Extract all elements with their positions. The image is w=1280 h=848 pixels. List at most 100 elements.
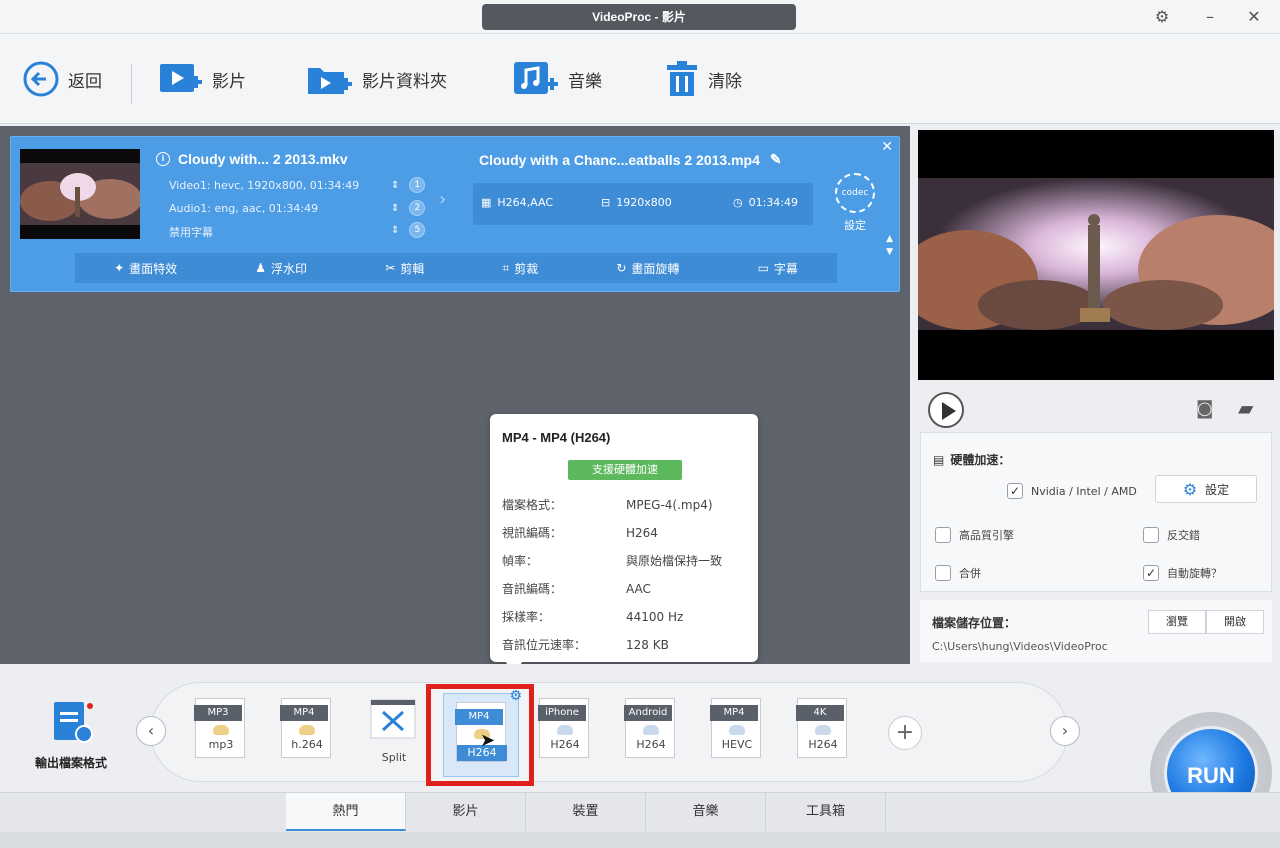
camera-icon[interactable]: ◙ xyxy=(1196,398,1213,419)
add-video-folder-button[interactable]: 影片資料夾 xyxy=(306,56,447,102)
nvidia-checkbox[interactable]: ✓ Nvidia / Intel / AMD xyxy=(1007,483,1137,499)
deinterlace-checkbox[interactable]: 反交錯 xyxy=(1143,527,1200,543)
scroll-left-button[interactable]: ‹ xyxy=(136,716,166,746)
format-item-android[interactable]: Android H264 xyxy=(620,698,680,758)
output-file-name: Cloudy with a Chanc...eatballs 2 2013.mp… xyxy=(479,151,760,168)
minimize-icon[interactable]: – xyxy=(1198,6,1222,28)
format-sub: HEVC xyxy=(721,738,753,751)
crop-button[interactable]: ⌗ 剪裁 xyxy=(502,260,538,277)
cut-button[interactable]: ✂ 剪輯 xyxy=(385,260,424,277)
format-item-split[interactable]: Split xyxy=(364,698,424,764)
tooltip-row-value: AAC xyxy=(626,582,651,596)
add-music-button[interactable]: 音樂 xyxy=(512,56,602,102)
tab-music[interactable]: 音樂 xyxy=(646,793,766,831)
tab-popular[interactable]: 熱門 xyxy=(286,793,406,831)
output-info-strip: ▦ H264,AAC ⊟ 1920x800 ◷ 01:34:49 xyxy=(473,183,813,225)
back-button[interactable]: 返回 xyxy=(22,56,102,102)
video-preview[interactable] xyxy=(918,130,1274,380)
output-duration: ◷ 01:34:49 xyxy=(733,196,798,209)
output-resolution-value: 1920x800 xyxy=(616,196,672,209)
tooltip-row-label: 幀率： xyxy=(502,554,539,568)
tooltip-row-label: 音訊位元速率： xyxy=(502,638,587,652)
high-quality-checkbox[interactable]: 高品質引擎 xyxy=(935,527,1014,543)
gear-icon[interactable]: ⚙ xyxy=(509,688,522,704)
clock-icon: ◷ xyxy=(733,196,743,209)
browse-button[interactable]: 瀏覽 xyxy=(1148,610,1206,634)
format-doc-icon: iPhone H264 xyxy=(538,698,589,758)
auto-rotate-label: 自動旋轉？ xyxy=(1167,567,1222,580)
merge-checkbox[interactable]: 合併 xyxy=(935,565,981,581)
video-task-card[interactable]: i Cloudy with... 2 2013.mkv Video1: hevc… xyxy=(10,136,900,292)
add-video-button[interactable]: 影片 xyxy=(158,56,246,102)
tab-toolbox[interactable]: 工具箱 xyxy=(766,793,886,831)
folder-icon[interactable]: ▰ xyxy=(1238,396,1253,420)
tooltip-row-label: 採樣率： xyxy=(502,610,551,624)
format-doc-icon: MP3 mp3 xyxy=(194,698,245,758)
output-codec-value: H264,AAC xyxy=(497,196,554,209)
codec-settings-button[interactable]: codec 設定 xyxy=(833,173,877,233)
tooltip-title: MP4 - MP4 (H264) xyxy=(502,430,611,445)
nvidia-label: Nvidia / Intel / AMD xyxy=(1031,484,1137,498)
tab-device[interactable]: 裝置 xyxy=(526,793,646,831)
rotate-button[interactable]: ↻ 畫面旋轉 xyxy=(616,260,679,277)
tooltip-row-label: 檔案格式： xyxy=(502,498,563,512)
output-path[interactable]: C:\Users\hung\Videos\VideoProc xyxy=(932,640,1108,653)
codec-settings-label: 設定 xyxy=(844,219,866,232)
task-list-area: i Cloudy with... 2 2013.mkv Video1: hevc… xyxy=(0,126,910,664)
video-folder-icon xyxy=(308,68,352,94)
tooltip-row-value: 與原始檔保持一致 xyxy=(626,554,723,568)
edit-toolbar: ✦ 畫面特效 ♟ 浮水印 ✂ 剪輯 ⌗ 剪裁 ↻ 畫面旋轉 ▭ 字幕 xyxy=(75,253,837,283)
hw-accel-title-label: 硬體加速： xyxy=(950,453,1011,467)
add-format-button[interactable]: + xyxy=(888,716,922,750)
scissors-icon xyxy=(370,699,416,739)
cursor-icon: ➤ xyxy=(480,730,496,751)
effect-button[interactable]: ✦ 畫面特效 xyxy=(114,260,177,277)
clear-button[interactable]: 清除 xyxy=(664,56,742,102)
subtitle-button[interactable]: ▭ 字幕 xyxy=(758,260,798,277)
video-thumbnail[interactable] xyxy=(20,149,140,239)
audio-track-selector[interactable]: ⇕ 2 xyxy=(391,200,426,216)
format-item-4k[interactable]: 4K H264 xyxy=(792,698,852,758)
open-folder-button[interactable]: 開啟 xyxy=(1206,610,1264,634)
track-count-badge: 2 xyxy=(409,200,426,216)
close-icon[interactable]: ✕ xyxy=(1242,6,1266,28)
tab-video[interactable]: 影片 xyxy=(406,793,526,831)
play-button[interactable] xyxy=(928,392,964,428)
scroll-right-button[interactable]: › xyxy=(1050,716,1080,746)
updown-icon: ⇕ xyxy=(391,224,400,236)
format-item-mp3[interactable]: MP3 mp3 xyxy=(190,698,250,758)
subtitle-track-selector[interactable]: ⇕ 5 xyxy=(391,222,426,238)
gpu-icon: ▤ xyxy=(933,452,945,467)
info-icon[interactable]: i xyxy=(156,152,170,166)
add-video-label: 影片 xyxy=(212,71,246,92)
format-sub: h.264 xyxy=(291,738,323,751)
hw-settings-button[interactable]: ⚙ 設定 xyxy=(1155,475,1257,503)
video-track-selector[interactable]: ⇕ 1 xyxy=(391,177,426,193)
reorder-arrows-icon[interactable]: ▲ ▼ xyxy=(886,233,893,259)
format-item-mp4-hevc[interactable]: MP4 HEVC xyxy=(706,698,766,758)
crop-label: 剪裁 xyxy=(514,261,539,276)
preview-frame-image xyxy=(918,130,1274,380)
thumbnail-image xyxy=(20,149,140,239)
rotate-label: 畫面旋轉 xyxy=(631,261,680,276)
category-tabs: 熱門 影片 裝置 音樂 工具箱 xyxy=(0,792,1280,832)
auto-rotate-checkbox[interactable]: ✓ 自動旋轉？ xyxy=(1143,565,1222,581)
codec-icon xyxy=(729,725,745,735)
format-item-iphone[interactable]: iPhone H264 xyxy=(534,698,594,758)
hw-accel-title: ▤ 硬體加速： xyxy=(933,451,1010,468)
format-item-mp4-h264[interactable]: MP4 h.264 xyxy=(276,698,336,758)
gear-icon[interactable]: ⚙ xyxy=(1150,6,1174,28)
format-tooltip: MP4 - MP4 (H264) 支援硬體加速 檔案格式： MPEG-4(.mp4… xyxy=(490,414,758,672)
format-item-mp4-selected[interactable]: MP4 H264 ⚙ ➤ xyxy=(443,688,522,777)
output-format-button[interactable]: 輸出檔案格式 xyxy=(16,700,126,771)
tooltip-row-label: 音訊編碼： xyxy=(502,582,563,596)
format-sub: H264 xyxy=(636,738,666,751)
subtitle-track-info: 禁用字幕 xyxy=(169,226,213,239)
pencil-icon[interactable]: ✎ xyxy=(770,151,782,168)
hardware-accel-panel: ▤ 硬體加速： ✓ Nvidia / Intel / AMD ⚙ 設定 高品質引… xyxy=(920,432,1272,592)
tooltip-row: 音訊編碼： AAC xyxy=(502,580,752,597)
close-task-icon[interactable]: ✕ xyxy=(881,139,893,155)
selected-format-highlight: MP4 H264 ⚙ ➤ xyxy=(426,684,534,786)
output-file-title: Cloudy with a Chanc...eatballs 2 2013.mp… xyxy=(479,151,782,168)
watermark-button[interactable]: ♟ 浮水印 xyxy=(255,260,307,277)
